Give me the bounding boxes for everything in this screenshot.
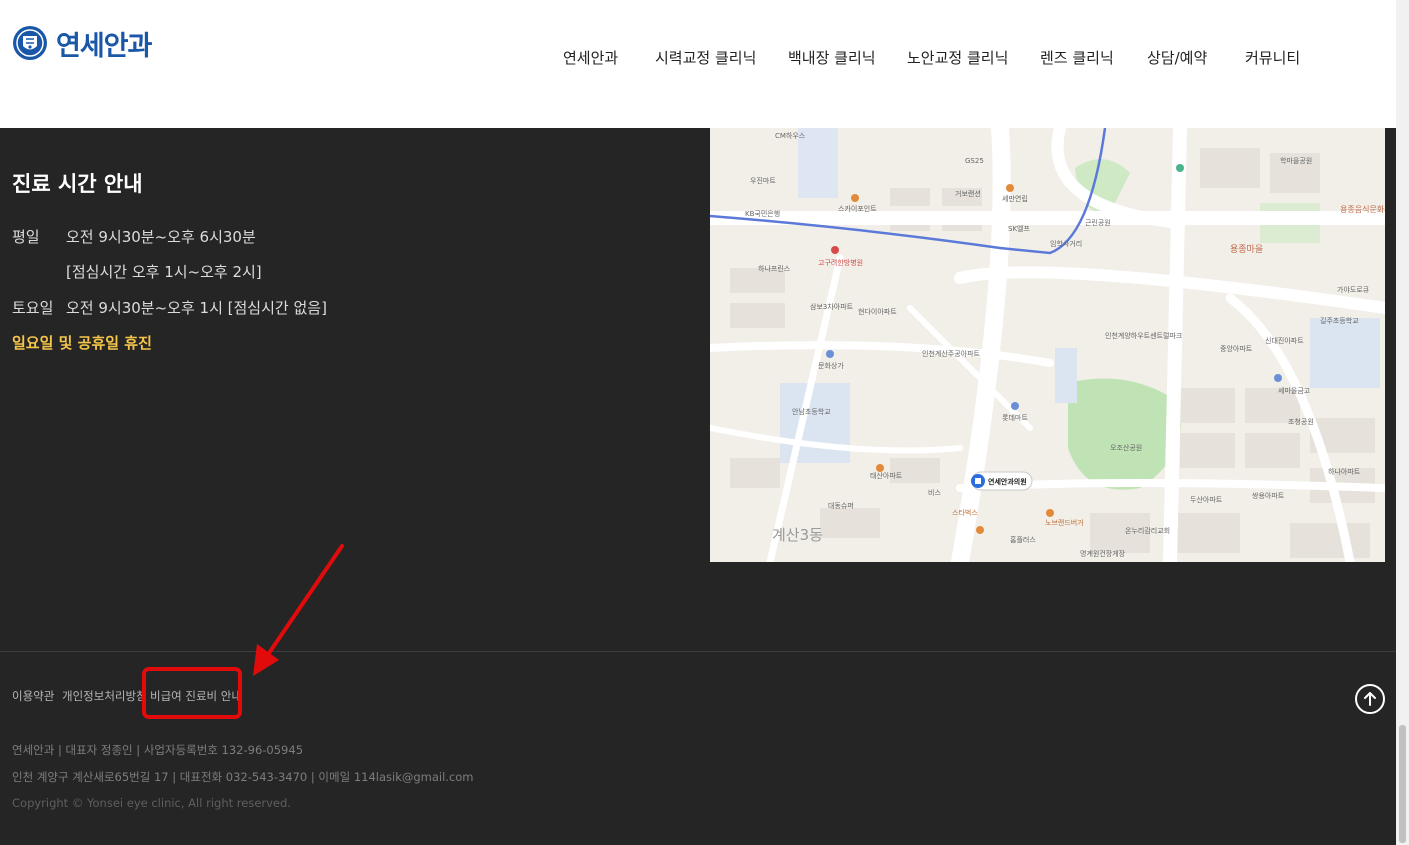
arrow-up-icon [1364,692,1376,706]
map-label: 계산3동 [772,526,823,544]
weekday-hours: 오전 9시30분~오후 6시30분 [66,228,256,246]
map-label: 태산아파트 [870,471,903,480]
clinic-marker-label: 연세안과의원 [988,477,1027,486]
closed-notice: 일요일 및 공휴일 휴진 [12,334,152,352]
map-label: 용종마을 [1230,244,1263,255]
privacy-policy-link[interactable]: 개인정보처리방침 [62,688,147,704]
map-label: 하나아파트 [1328,467,1361,476]
saturday-hours: 오전 9시30분~오후 1시 [점심시간 없음] [66,299,327,317]
site-logo[interactable]: 연세안과 [12,20,152,66]
logo-text: 연세안과 [56,30,152,62]
map-label: 명계원건장게장 [1080,549,1126,558]
map-label: 안남초등학교 [792,407,831,416]
footer-divider [0,651,1396,652]
map-label: 비스 [928,488,941,497]
map-label: 문화상가 [818,361,844,370]
map-label: KB국민은행 [745,209,780,218]
map-canvas[interactable]: CM하우스 GS25 우진마트 KB국민은행 스카이포인트 거보랜션 세만연립 … [710,128,1385,562]
nav-item-community[interactable]: 커뮤니티 [1245,47,1300,68]
map-label: 홈플러스 [1010,535,1036,544]
nav-item-cataract[interactable]: 백내장 클리닉 [788,47,876,68]
map-label: 스카이포인트 [838,204,877,213]
scrollbar-thumb[interactable] [1399,725,1406,843]
nav-item-presbyopia[interactable]: 노안교정 클리닉 [907,47,1008,68]
map-label: CM하우스 [775,131,806,140]
yonsei-emblem-icon [13,26,47,60]
map-label: SK엘프 [1008,225,1030,233]
nav-item-consult[interactable]: 상담/예약 [1147,47,1207,68]
copyright: Copyright © Yonsei eye clinic, All right… [12,796,291,810]
map-label: 거보랜션 [955,189,981,198]
location-map[interactable]: CM하우스 GS25 우진마트 KB국민은행 스카이포인트 거보랜션 세만연립 … [710,128,1385,562]
company-info: 연세안과 | 대표자 정종인 | 사업자등록번호 132-96-05945 [12,743,304,757]
scroll-to-top-button[interactable] [1355,684,1385,714]
map-label: 두산아파트 [1190,495,1223,504]
map-label: 오조산공원 [1110,443,1142,452]
map-label: 고구려한방병원 [818,258,863,267]
map-label: 롯데마트 [1002,413,1028,422]
map-label: 중앙아파트 [1220,344,1253,353]
lunch-hours: [점심시간 오후 1시~오후 2시] [66,263,262,281]
map-label: 노브랜드버거 [1045,518,1084,527]
map-label: 세마을금고 [1278,386,1311,395]
weekday-label: 평일 [12,228,40,246]
map-label: 스타벅스 [952,508,978,517]
map-label: 온누리감리교회 [1125,526,1170,535]
map-label: 조청공원 [1288,417,1314,426]
map-label: 근린공원 [1085,218,1111,227]
map-label: 대동슈퍼 [828,501,854,510]
map-label: 우진마트 [750,176,776,185]
annotation-highlight-box [142,667,242,719]
site-header: 연세안과 연세안과 시력교정 클리닉 백내장 클리닉 노안교정 클리닉 렌즈 클… [0,0,1396,128]
map-label: GS25 [965,157,984,165]
map-label: 인천계산주공아파트 [922,349,981,358]
map-label: 신대진아파트 [1265,336,1304,345]
map-label: 인천계양하우트센트럴파크 [1105,331,1183,340]
nav-item-lens[interactable]: 렌즈 클리닉 [1040,47,1114,68]
map-label: 학마을공원 [1280,156,1312,165]
map-label: 가야도로큐 [1337,285,1370,294]
map-label: 현다이아파트 [858,307,897,316]
map-label: 세만연립 [1002,194,1028,203]
page-scrollbar[interactable] [1396,0,1409,845]
site-footer: 진료 시간 안내 평일 오전 9시30분~오후 6시30분 [점심시간 오후 1… [0,128,1396,845]
terms-link[interactable]: 이용약관 [12,688,54,704]
saturday-label: 토요일 [12,299,54,317]
hours-title: 진료 시간 안내 [12,172,143,196]
contact-info: 인천 계양구 계산새로65번길 17 | 대표전화 032-543-3470 |… [12,770,474,784]
map-label: 임학사거리 [1050,239,1082,248]
clinic-location-marker[interactable]: 연세안과의원 [971,471,1033,491]
annotation-arrow-icon [253,544,344,676]
map-label: 용종음식문화시범거리 [1340,204,1385,214]
map-label: 쌍용아파트 [1252,491,1285,500]
map-label: 삼보3차아파트 [810,302,854,311]
map-label: 하나프린스 [758,264,791,273]
map-label: 길주초등학교 [1320,316,1359,325]
nav-item-yonsei[interactable]: 연세안과 [563,47,618,68]
nav-item-vision-correction[interactable]: 시력교정 클리닉 [655,47,756,68]
